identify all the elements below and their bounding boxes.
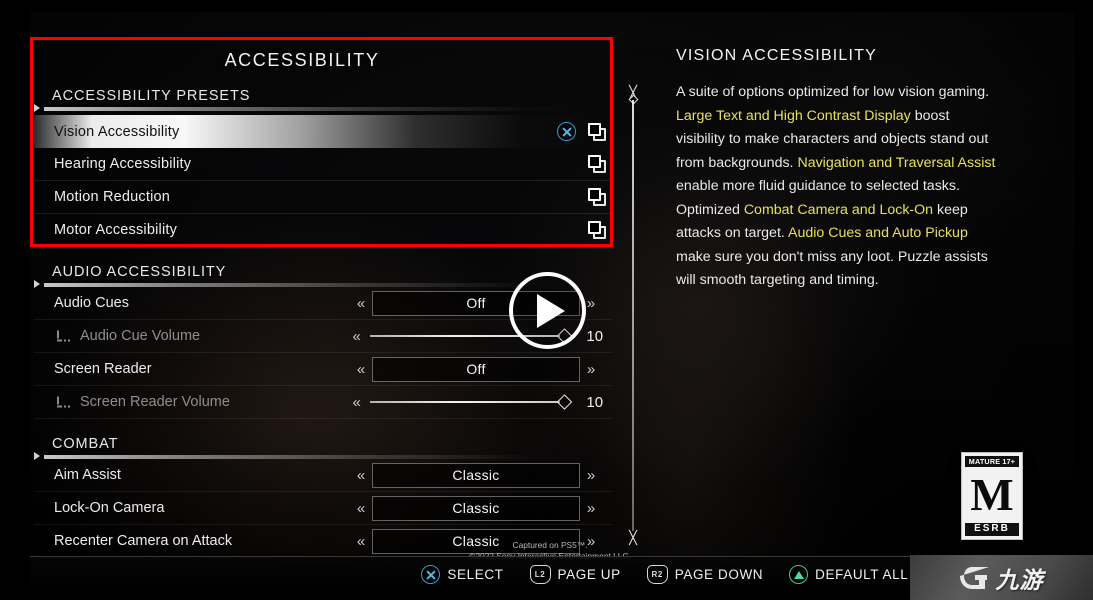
description-highlight: Large Text and High Contrast Display — [676, 107, 911, 124]
option-label: Screen Reader Volume — [34, 394, 350, 410]
section-title-combat: COMBAT — [52, 436, 119, 452]
description-highlight: Navigation and Traversal Assist — [797, 154, 996, 171]
increment-arrow-icon[interactable]: » — [584, 468, 598, 483]
description-title: VISION ACCESSIBILITY — [676, 47, 877, 64]
option-label-text: Screen Reader Volume — [80, 394, 230, 410]
option-label: Screen Reader — [54, 361, 152, 377]
increment-arrow-icon[interactable]: » — [584, 362, 598, 377]
decrement-arrow-icon[interactable]: « — [350, 329, 364, 344]
page-title: ACCESSIBILITY — [224, 50, 380, 70]
duplicate-icon[interactable] — [588, 122, 606, 141]
section-title-audio: AUDIO ACCESSIBILITY — [52, 264, 227, 280]
decrement-arrow-icon[interactable]: « — [354, 534, 368, 549]
slider-track — [369, 401, 561, 403]
row-icons — [588, 188, 606, 206]
letterbox-left — [0, 0, 30, 600]
slider-value: 10 — [586, 327, 604, 345]
row-icons — [588, 221, 606, 239]
watermark-text: 九游 — [995, 566, 1044, 593]
list-item-motion-reduction[interactable]: Motion Reduction — [34, 181, 612, 214]
row-icons — [557, 122, 606, 141]
hint-label: PAGE DOWN — [674, 567, 764, 582]
option-row-aim-assist[interactable]: Aim Assist « Classic » — [34, 459, 612, 492]
option-label: Aim Assist — [54, 467, 121, 483]
r2-trigger-icon: R2 — [646, 565, 668, 584]
option-row-screen-reader-volume[interactable]: Screen Reader Volume « 10 — [34, 386, 612, 419]
ps-triangle-icon — [789, 565, 809, 584]
description-text: make sure you don't miss any loot. Puzzl… — [676, 248, 988, 289]
sub-item-indent-icon — [56, 396, 72, 408]
capture-credit-line1: Captured on PS5™. — [512, 540, 588, 550]
option-row-lock-on-camera[interactable]: Lock-On Camera « Classic » — [34, 492, 612, 525]
section-header-combat: COMBAT — [34, 435, 612, 453]
option-label: Audio Cues — [54, 295, 129, 311]
esrb-rating-text: MATURE 17+ — [965, 456, 1019, 468]
l2-trigger-icon: L2 — [529, 565, 551, 584]
list-item-hearing-accessibility[interactable]: Hearing Accessibility — [34, 148, 612, 181]
section-divider-presets — [34, 104, 584, 112]
option-value[interactable]: Off — [372, 356, 580, 382]
hint-page-up[interactable]: L2 PAGE UP — [529, 565, 621, 584]
duplicate-icon[interactable] — [588, 155, 606, 173]
decrement-arrow-icon[interactable]: « — [354, 468, 368, 483]
option-label: Audio Cue Volume — [34, 328, 350, 344]
option-value[interactable]: Classic — [372, 462, 580, 488]
game-settings-screen: ACCESSIBILITY ACCESSIBILITY PRESETS Visi… — [0, 0, 1093, 600]
description-panel: VISION ACCESSIBILITY A suite of options … — [676, 47, 996, 293]
decrement-arrow-icon[interactable]: « — [354, 501, 368, 516]
sub-item-indent-icon — [56, 330, 72, 342]
list-item-vision-accessibility[interactable]: Vision Accessibility — [34, 115, 612, 148]
slider-value: 10 — [586, 393, 604, 411]
section-title-presets: ACCESSIBILITY PRESETS — [52, 88, 251, 104]
esrb-rating-letter: M — [965, 467, 1019, 523]
slider-handle[interactable] — [557, 394, 573, 410]
ps-cross-icon[interactable] — [557, 122, 576, 141]
preset-label: Vision Accessibility — [54, 123, 180, 140]
hint-label: DEFAULT ALL — [815, 567, 909, 582]
decrement-arrow-icon[interactable]: « — [350, 395, 364, 410]
description-highlight: Audio Cues and Auto Pickup — [788, 225, 968, 241]
increment-arrow-icon[interactable]: » — [584, 501, 598, 516]
ps-cross-icon — [421, 565, 441, 584]
watermark-logo-icon — [959, 564, 990, 592]
hint-label: PAGE UP — [557, 567, 621, 582]
increment-arrow-icon[interactable]: » — [584, 296, 598, 311]
preset-label: Motor Accessibility — [54, 222, 178, 238]
esrb-org-label: ESRB — [965, 523, 1019, 536]
option-label: Recenter Camera on Attack — [54, 533, 233, 549]
description-highlight: Combat Camera and Lock-On — [743, 201, 934, 218]
decrement-arrow-icon[interactable]: « — [354, 362, 368, 377]
hint-select[interactable]: SELECT — [421, 565, 503, 584]
hint-label: SELECT — [447, 567, 504, 582]
site-watermark: 九游 — [910, 555, 1093, 600]
option-row-screen-reader[interactable]: Screen Reader « Off » — [34, 353, 612, 386]
video-play-button[interactable] — [509, 272, 586, 349]
description-body: A suite of options optimized for low vis… — [676, 81, 996, 293]
preset-label: Motion Reduction — [54, 189, 171, 205]
description-text: A suite of options optimized for low vis… — [676, 84, 990, 100]
preset-list: Vision Accessibility Hearing Accessibili… — [34, 115, 612, 247]
scrollbar-track — [632, 100, 634, 531]
hint-default-all[interactable]: DEFAULT ALL — [789, 565, 908, 584]
row-icons — [588, 155, 606, 173]
volume-slider[interactable] — [368, 390, 573, 415]
preset-label: Hearing Accessibility — [54, 156, 192, 172]
esrb-rating-badge: MATURE 17+ M ESRB — [961, 452, 1023, 540]
letterbox-top — [0, 0, 1093, 12]
option-label: Lock-On Camera — [54, 500, 165, 516]
duplicate-icon[interactable] — [588, 221, 606, 239]
section-header-presets: ACCESSIBILITY PRESETS — [34, 87, 612, 105]
letterbox-right — [1075, 0, 1093, 600]
option-value[interactable]: Classic — [372, 495, 580, 521]
list-item-motor-accessibility[interactable]: Motor Accessibility — [34, 214, 612, 247]
settings-scrollbar[interactable]: ╳ ╳ — [627, 86, 639, 545]
option-label-text: Audio Cue Volume — [80, 328, 201, 344]
hint-page-down[interactable]: R2 PAGE DOWN — [646, 565, 764, 584]
duplicate-icon[interactable] — [588, 188, 606, 206]
decrement-arrow-icon[interactable]: « — [354, 296, 368, 311]
